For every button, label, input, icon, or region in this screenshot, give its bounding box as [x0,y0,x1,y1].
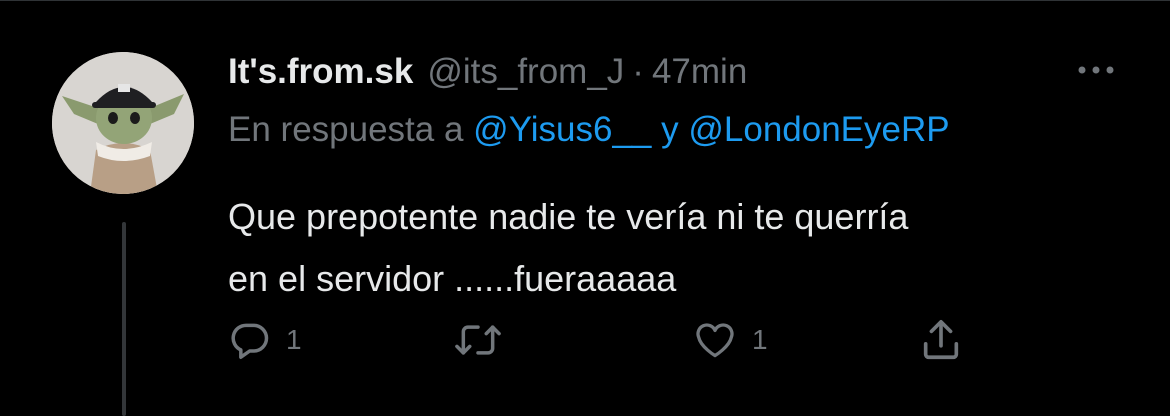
user-handle[interactable]: @its_from_J [427,52,624,92]
retweet-button[interactable] [454,318,502,362]
tweet-header: It's.from.sk @its_from_J · 47min [228,52,747,92]
heart-icon [696,323,734,358]
reply-bubble-icon [231,323,269,359]
tweet-text-line: en el servidor ......fueraaaaa [228,258,677,299]
more-horizontal-icon [1078,66,1114,74]
more-options-button[interactable] [1072,50,1120,90]
reply-button[interactable]: 1 [228,318,302,362]
like-count: 1 [752,324,768,355]
tweet-text-line: Que prepotente nadie te vería ni te quer… [228,196,909,237]
timestamp[interactable]: 47min [652,52,747,92]
like-button[interactable]: 1 [692,318,768,362]
reply-mention-link[interactable]: @Yisus6__ [473,110,651,149]
share-icon [923,319,959,360]
retweet-icon [455,325,501,355]
tweet-text: Que prepotente nadie te vería ni te quer… [228,186,1128,310]
avatar[interactable] [52,52,194,194]
share-button[interactable] [918,318,964,362]
reply-conjunction: y [661,110,679,149]
reply-prefix: En respuesta a [228,110,464,149]
reply-context: En respuesta a @Yisus6__ y @LondonEyeRP [228,110,950,150]
top-divider [0,0,1170,1]
reply-mention-link[interactable]: @LondonEyeRP [688,110,949,149]
reply-count: 1 [286,324,302,355]
separator-dot: · [632,52,644,91]
display-name[interactable]: It's.from.sk [228,52,413,92]
thread-connector-line [122,222,126,416]
avatar-image [52,52,194,194]
